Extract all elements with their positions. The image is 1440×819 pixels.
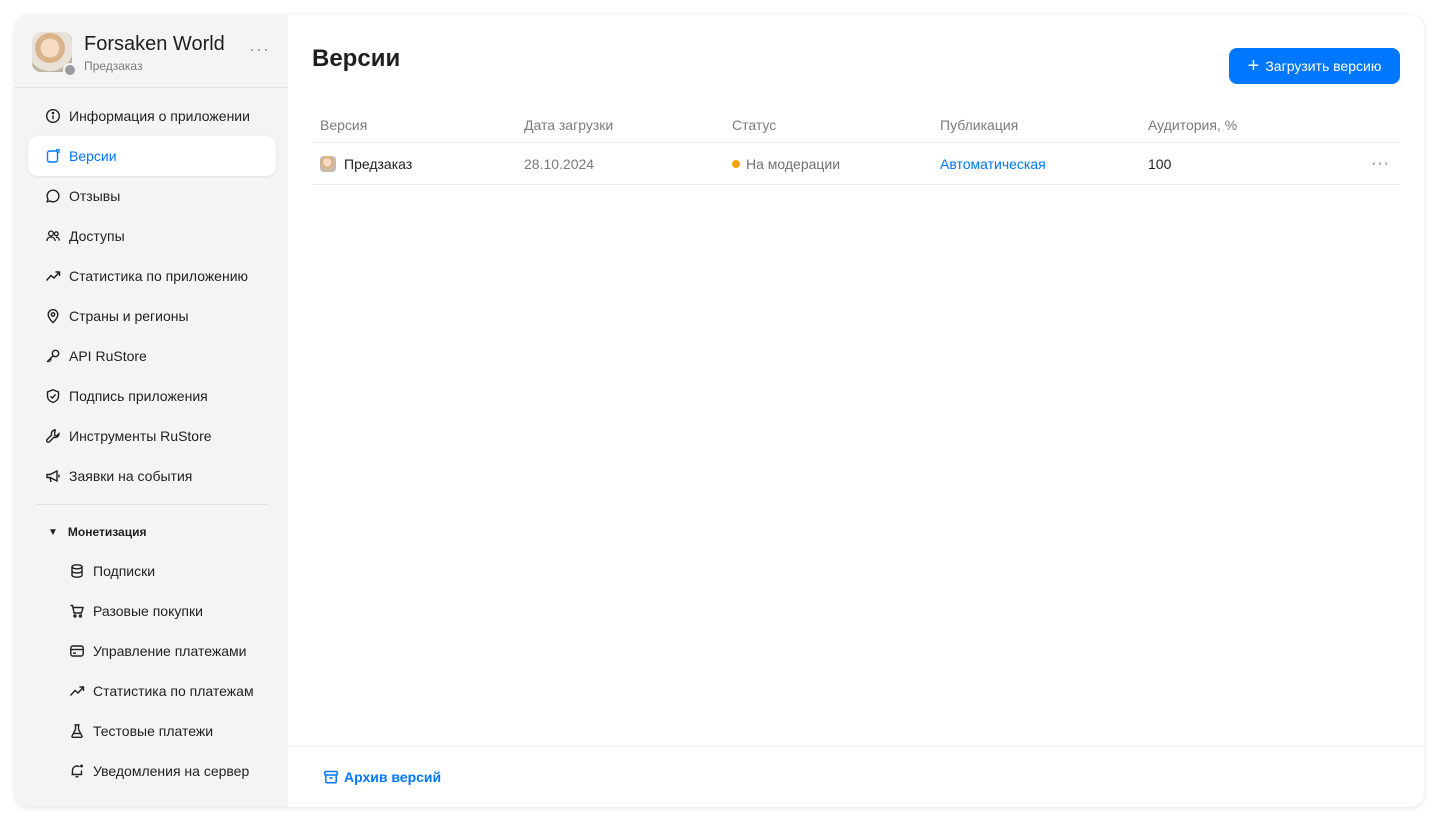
upload-button-label: Загрузить версию [1265,58,1382,74]
chart-icon [69,683,85,699]
sidebar: Forsaken World Предзаказ ··· Информация … [15,15,288,807]
sidebar-item-label: Страны и регионы [69,308,189,324]
section-label: Монетизация [67,525,147,539]
sidebar-item-label: Доступы [69,228,125,244]
database-icon [69,563,85,579]
wrench-icon [45,428,61,444]
app-window: Forsaken World Предзаказ ··· Информация … [15,15,1424,807]
table-header: Версия Дата загрузки Статус Публикация А… [312,107,1400,143]
sidebar-item-label: Управление платежами [93,643,247,659]
app-thumbnail [320,155,336,172]
section-monetization[interactable]: ▼ Монетизация [28,513,276,551]
sidebar-item-label: Статистика по платежам [93,683,254,699]
users-icon [45,228,61,244]
cell-audience: 100 [1148,155,1172,172]
sidebar-item-label: Статистика по приложению [69,268,249,284]
sidebar-item-app-stats[interactable]: Статистика по приложению [28,256,276,296]
table-row[interactable]: Предзаказ 28.10.2024 На модерации Автома… [312,143,1400,185]
sidebar-item-info[interactable]: Информация о приложении [28,96,276,136]
sidebar-item-subscriptions[interactable]: Подписки [28,551,276,591]
main-content: Версии + Загрузить версию Версия Дата за… [288,15,1424,807]
status-text: На модерации [746,155,841,172]
key-icon [45,348,61,364]
flask-icon [69,723,85,739]
app-subtitle: Предзаказ [84,59,143,73]
sidebar-item-label: Уведомления на сервер [93,763,250,779]
cell-version: Предзаказ [312,155,524,172]
sidebar-item-label: Тестовые платежи [93,723,214,739]
sidebar-item-purchases[interactable]: Разовые покупки [28,591,276,631]
plus-icon: + [1247,55,1260,77]
col-header-status: Статус [732,116,777,133]
info-icon [45,108,61,124]
row-more-icon[interactable]: ··· [1348,155,1400,173]
sidebar-item-countries[interactable]: Страны и регионы [28,296,276,336]
sidebar-item-payments[interactable]: Управление платежами [28,631,276,671]
versions-icon [45,148,61,164]
sidebar-item-label: Подпись приложения [69,388,208,404]
sidebar-item-label: Версии [69,148,117,164]
sidebar-item-access[interactable]: Доступы [28,216,276,256]
cell-status: На модерации [732,156,940,172]
cart-icon [69,603,85,619]
status-dot [732,159,740,168]
comment-icon [45,188,61,204]
sidebar-item-api[interactable]: API RuStore [28,336,276,376]
app-header: Forsaken World Предзаказ ··· [15,15,288,88]
sidebar-item-label: Информация о приложении [69,108,250,124]
location-icon [45,308,61,324]
chart-icon [45,268,61,284]
archive-icon [324,770,338,784]
col-header-audience: Аудитория, % [1148,116,1238,133]
sidebar-item-test-payments[interactable]: Тестовые платежи [28,711,276,751]
card-icon [69,643,85,659]
sidebar-item-signature[interactable]: Подпись приложения [28,376,276,416]
divider [36,504,268,505]
sidebar-item-tools[interactable]: Инструменты RuStore [28,416,276,456]
upload-version-button[interactable]: + Загрузить версию [1229,48,1400,84]
sidebar-item-label: Инструменты RuStore [69,428,212,444]
bell-icon [69,763,85,779]
publication-link[interactable]: Автоматическая [940,156,1046,172]
archive-label: Архив версий [344,769,442,785]
caret-down-icon: ▼ [48,526,58,538]
app-title: Forsaken World [84,33,225,55]
sidebar-item-label: Отзывы [69,188,121,204]
sidebar-item-label: Заявки на события [69,468,193,484]
sidebar-item-label: Подписки [93,563,156,579]
megaphone-icon [45,468,61,484]
col-header-version: Версия [320,116,368,133]
sidebar-item-events[interactable]: Заявки на события [28,456,276,496]
sidebar-item-label: Разовые покупки [93,603,203,619]
status-dot [63,63,77,77]
page-title: Версии [312,45,401,72]
sidebar-item-reviews[interactable]: Отзывы [28,176,276,216]
version-name: Предзаказ [344,155,413,172]
more-icon[interactable]: ··· [249,39,270,60]
footer: Архив версий [288,746,1424,807]
sidebar-item-versions[interactable]: Версии [28,136,276,176]
cell-date: 28.10.2024 [524,155,595,172]
sidebar-item-payment-stats[interactable]: Статистика по платежам [28,671,276,711]
archive-versions-link[interactable]: Архив версий [323,769,441,785]
shield-icon [45,388,61,404]
sidebar-nav: Информация о приложении Версии Отзывы До… [28,96,276,791]
col-header-publication: Публикация [940,116,1019,133]
versions-table: Версия Дата загрузки Статус Публикация А… [312,107,1400,185]
sidebar-item-label: API RuStore [69,348,147,364]
cell-publication: Автоматическая [940,156,1148,172]
sidebar-item-server-notifications[interactable]: Уведомления на сервер [28,751,276,791]
col-header-date: Дата загрузки [524,116,614,133]
